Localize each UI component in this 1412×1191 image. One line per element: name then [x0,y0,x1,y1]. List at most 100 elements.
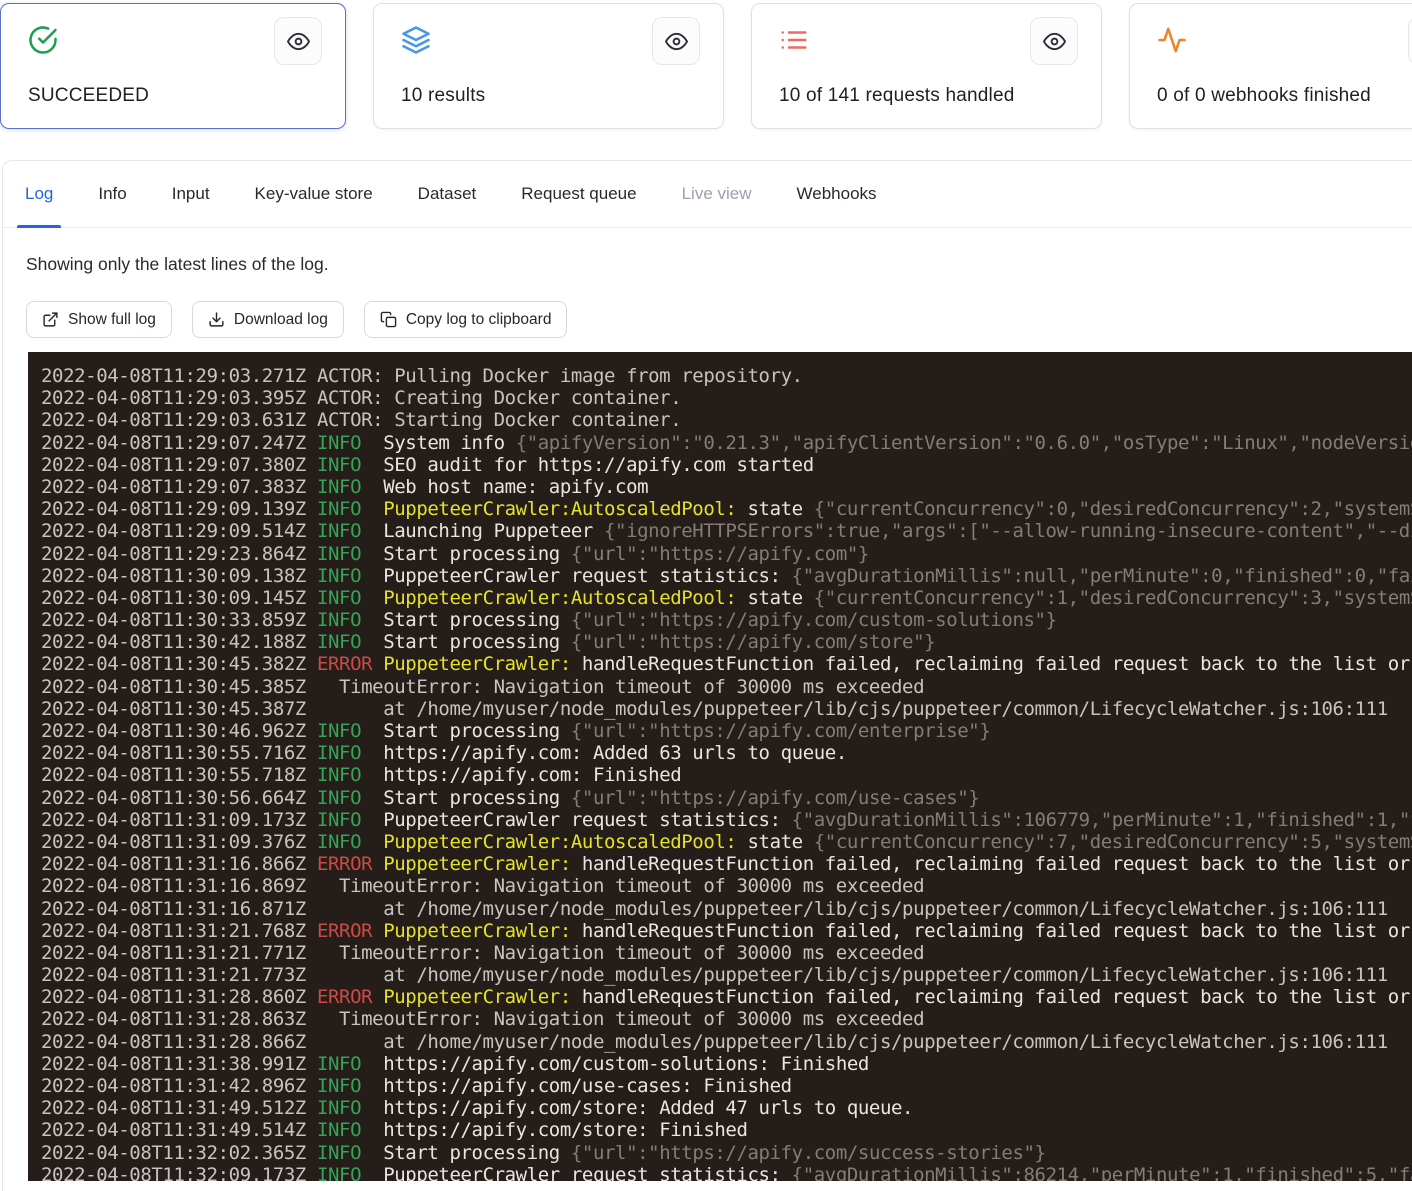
card-eye-button[interactable] [1408,17,1412,65]
log-timestamp: 2022-04-08T11:31:28.863Z [41,1008,306,1030]
log-line: 2022-04-08T11:31:49.514Z INFO https://ap… [41,1119,1412,1141]
eye-icon [287,30,310,53]
card-eye-button[interactable] [652,17,700,65]
button-label: Copy log to clipboard [406,311,552,329]
log-timestamp: 2022-04-08T11:31:42.896Z [41,1075,306,1097]
log-terminal[interactable]: 2022-04-08T11:29:03.271Z ACTOR: Pulling … [28,352,1412,1181]
log-line: 2022-04-08T11:30:09.138Z INFO PuppeteerC… [41,565,1412,587]
log-timestamp: 2022-04-08T11:31:16.871Z [41,898,306,920]
log-line: 2022-04-08T11:31:28.863Z TimeoutError: N… [41,1008,1412,1030]
log-timestamp: 2022-04-08T11:29:03.395Z [41,387,306,409]
button-label: Show full log [68,311,156,329]
log-timestamp: 2022-04-08T11:31:49.512Z [41,1097,306,1119]
layers-icon [401,25,431,55]
log-line: 2022-04-08T11:31:21.771Z TimeoutError: N… [41,942,1412,964]
tab-log[interactable]: Log [17,161,61,227]
external-link-icon [42,311,59,328]
status-card-10-of-141-requests-handled[interactable]: 10 of 141 requests handled [751,3,1102,129]
tab-live-view: Live view [674,161,760,227]
log-timestamp: 2022-04-08T11:30:46.962Z [41,720,306,742]
log-line: 2022-04-08T11:29:07.247Z INFO System inf… [41,432,1412,454]
log-line: 2022-04-08T11:30:45.382Z ERROR Puppeteer… [41,653,1412,675]
log-timestamp: 2022-04-08T11:32:02.365Z [41,1142,306,1164]
log-timestamp: 2022-04-08T11:29:09.514Z [41,520,306,542]
log-timestamp: 2022-04-08T11:29:09.139Z [41,498,306,520]
log-timestamp: 2022-04-08T11:31:21.773Z [41,964,306,986]
log-line: 2022-04-08T11:29:07.380Z INFO SEO audit … [41,454,1412,476]
status-card-label: 10 results [401,85,485,107]
status-card-label: 0 of 0 webhooks finished [1157,85,1371,107]
log-line: 2022-04-08T11:31:16.869Z TimeoutError: N… [41,875,1412,897]
show-full-log-button[interactable]: Show full log [26,301,172,338]
log-line: 2022-04-08T11:30:42.188Z INFO Start proc… [41,631,1412,653]
status-card-label: SUCCEEDED [28,85,149,107]
log-line: 2022-04-08T11:31:49.512Z INFO https://ap… [41,1097,1412,1119]
log-line: 2022-04-08T11:31:16.871Z at /home/myuser… [41,898,1412,920]
log-line: 2022-04-08T11:32:09.173Z INFO PuppeteerC… [41,1164,1412,1181]
log-line: 2022-04-08T11:31:21.768Z ERROR Puppeteer… [41,920,1412,942]
log-line: 2022-04-08T11:30:55.716Z INFO https://ap… [41,742,1412,764]
status-card-0-of-0-webhooks-finished[interactable]: 0 of 0 webhooks finished [1129,3,1412,129]
log-timestamp: 2022-04-08T11:30:55.718Z [41,764,306,786]
log-timestamp: 2022-04-08T11:29:07.247Z [41,432,306,454]
eye-icon [665,30,688,53]
status-card-succeeded[interactable]: SUCCEEDED [0,3,346,129]
log-timestamp: 2022-04-08T11:30:56.664Z [41,787,306,809]
log-timestamp: 2022-04-08T11:31:16.866Z [41,853,306,875]
log-timestamp: 2022-04-08T11:31:21.771Z [41,942,306,964]
log-line: 2022-04-08T11:31:28.860Z ERROR Puppeteer… [41,986,1412,1008]
log-line: 2022-04-08T11:30:46.962Z INFO Start proc… [41,720,1412,742]
log-actions-row: Show full log Download log Copy log to cli… [26,301,1412,338]
log-timestamp: 2022-04-08T11:30:45.385Z [41,676,306,698]
log-notice: Showing only the latest lines of the log… [26,254,1412,275]
log-timestamp: 2022-04-08T11:30:33.859Z [41,609,306,631]
log-line: 2022-04-08T11:29:23.864Z INFO Start proc… [41,543,1412,565]
log-timestamp: 2022-04-08T11:31:09.376Z [41,831,306,853]
log-timestamp: 2022-04-08T11:30:45.382Z [41,653,306,675]
tab-request-queue[interactable]: Request queue [513,161,644,227]
tab-webhooks[interactable]: Webhooks [789,161,885,227]
tab-bar: Log Info Input Key-value store Dataset Reques… [3,161,1412,228]
log-timestamp: 2022-04-08T11:29:03.271Z [41,365,306,387]
log-line: 2022-04-08T11:29:07.383Z INFO Web host n… [41,476,1412,498]
card-eye-button[interactable] [1030,17,1078,65]
download-icon [208,311,225,328]
status-cards-row: SUCCEEDED 10 results 10 of 141 requests ha… [0,0,1412,129]
card-eye-button[interactable] [274,17,322,65]
activity-icon [1157,25,1187,55]
log-timestamp: 2022-04-08T11:31:28.860Z [41,986,306,1008]
download-log-button[interactable]: Download log [192,301,344,338]
log-timestamp: 2022-04-08T11:31:09.173Z [41,809,306,831]
log-line: 2022-04-08T11:30:45.387Z at /home/myuser… [41,698,1412,720]
copy-icon [380,311,397,328]
tab-info[interactable]: Info [90,161,134,227]
tab-input[interactable]: Input [164,161,218,227]
log-line: 2022-04-08T11:29:09.514Z INFO Launching … [41,520,1412,542]
log-timestamp: 2022-04-08T11:29:07.383Z [41,476,306,498]
list-icon [779,25,809,55]
log-line: 2022-04-08T11:29:03.395Z ACTOR: Creating… [41,387,1412,409]
log-timestamp: 2022-04-08T11:30:09.145Z [41,587,306,609]
log-line: 2022-04-08T11:30:56.664Z INFO Start proc… [41,787,1412,809]
tab-key-value-store[interactable]: Key-value store [247,161,381,227]
log-line: 2022-04-08T11:31:09.376Z INFO PuppeteerC… [41,831,1412,853]
status-card-10-results[interactable]: 10 results [373,3,724,129]
log-timestamp: 2022-04-08T11:30:09.138Z [41,565,306,587]
log-line: 2022-04-08T11:31:16.866Z ERROR Puppeteer… [41,853,1412,875]
log-line: 2022-04-08T11:32:02.365Z INFO Start proc… [41,1142,1412,1164]
status-card-label: 10 of 141 requests handled [779,85,1015,107]
copy-log-to-clipboard-button[interactable]: Copy log to clipboard [364,301,568,338]
log-timestamp: 2022-04-08T11:30:42.188Z [41,631,306,653]
log-line: 2022-04-08T11:29:09.139Z INFO PuppeteerC… [41,498,1412,520]
log-timestamp: 2022-04-08T11:32:09.173Z [41,1164,306,1181]
log-timestamp: 2022-04-08T11:29:23.864Z [41,543,306,565]
log-timestamp: 2022-04-08T11:31:28.866Z [41,1031,306,1053]
log-line: 2022-04-08T11:29:03.271Z ACTOR: Pulling … [41,365,1412,387]
log-line: 2022-04-08T11:30:45.385Z TimeoutError: N… [41,676,1412,698]
log-line: 2022-04-08T11:31:09.173Z INFO PuppeteerC… [41,809,1412,831]
tab-dataset[interactable]: Dataset [410,161,485,227]
log-line: 2022-04-08T11:29:03.631Z ACTOR: Starting… [41,409,1412,431]
log-line: 2022-04-08T11:30:09.145Z INFO PuppeteerC… [41,587,1412,609]
log-timestamp: 2022-04-08T11:29:03.631Z [41,409,306,431]
log-timestamp: 2022-04-08T11:31:49.514Z [41,1119,306,1141]
